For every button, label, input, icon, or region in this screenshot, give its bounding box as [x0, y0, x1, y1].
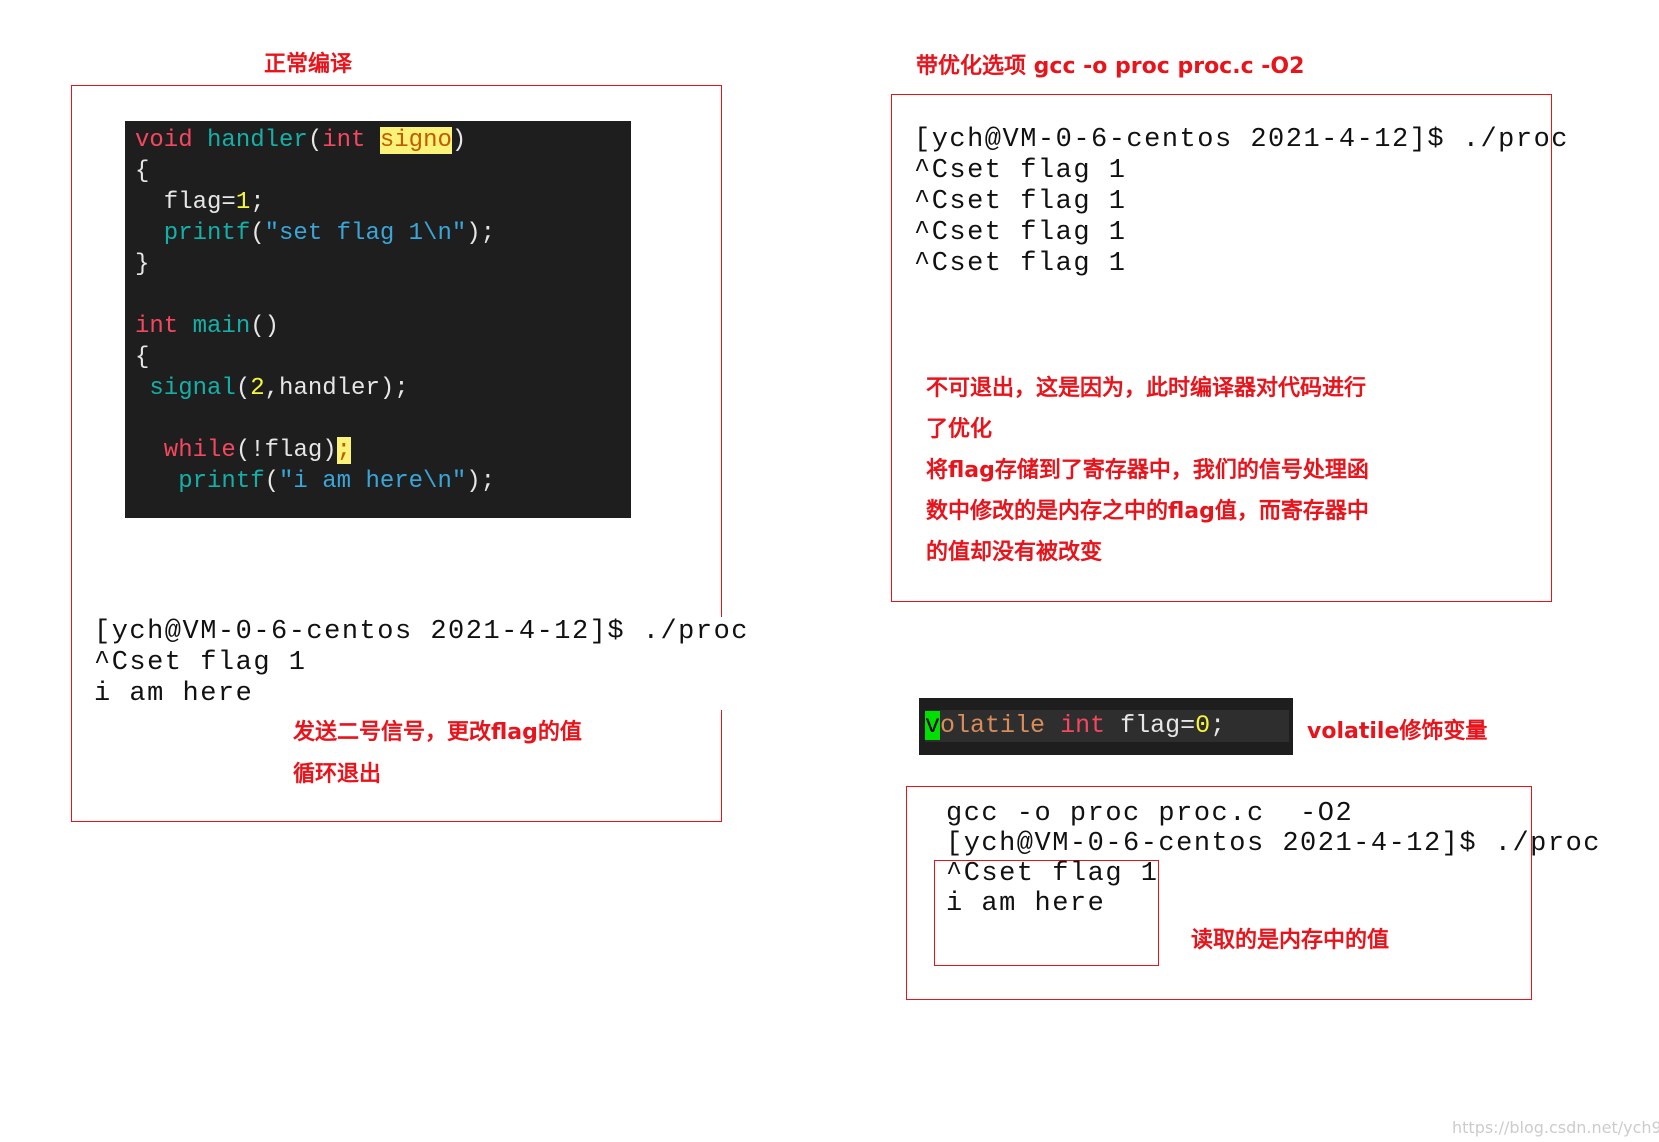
terminal-line: ^Cset flag 1 — [94, 648, 307, 678]
code-token: flag= — [1120, 711, 1196, 740]
terminal-line: [ych@VM-0-6-centos 2021-4-12]$ ./proc — [946, 829, 1601, 859]
code-token-highlight: ; — [336, 437, 352, 464]
code-token: printf — [135, 468, 265, 495]
code-token: ) — [451, 127, 467, 154]
code-token: ; — [1210, 711, 1226, 740]
code-token: "i am here\n" — [279, 468, 467, 495]
left-note-2: 循环退出 — [293, 762, 382, 787]
terminal-line: ^Cset flag 1 — [914, 187, 1127, 217]
code-token: 0 — [1195, 711, 1211, 740]
left-terminal-output: [ych@VM-0-6-centos 2021-4-12]$ ./proc ^Cs… — [94, 617, 819, 710]
explanation-line: 数中修改的是内存之中的flag值，而寄存器中 — [926, 499, 1369, 524]
code-token: ); — [466, 220, 496, 247]
code-token: printf — [135, 220, 251, 247]
code-line: { — [135, 158, 150, 185]
code-token: void — [135, 127, 193, 154]
code-token-highlight: signo — [379, 127, 452, 154]
code-token: olatile — [940, 711, 1046, 740]
code-token: ( — [250, 220, 265, 247]
explanation-line: 了优化 — [926, 417, 993, 442]
code-token: (!flag) — [235, 437, 337, 464]
volatile-label: volatile修饰变量 — [1307, 719, 1488, 744]
code-token: () — [250, 313, 280, 340]
code-token: main — [192, 313, 251, 340]
terminal-line: i am here — [94, 679, 254, 709]
code-token: ); — [466, 468, 496, 495]
code-token: ( — [235, 375, 251, 402]
code-token: ( — [307, 127, 323, 154]
volatile-terminal-output: gcc -o proc proc.c -O2 [ych@VM-0-6-centos… — [946, 799, 1601, 919]
code-token: ( — [264, 468, 280, 495]
explanation-line: 的值却没有被改变 — [926, 540, 1103, 565]
code-token: signal — [135, 375, 236, 402]
code-token: while — [135, 437, 236, 464]
left-title: 正常编译 — [264, 52, 353, 77]
code-token: flag= — [135, 189, 236, 216]
terminal-line: gcc -o proc proc.c -O2 — [946, 799, 1354, 829]
terminal-line: i am here — [946, 889, 1106, 919]
code-token: 2 — [250, 375, 265, 402]
code-token: int — [1060, 711, 1106, 740]
code-token: int — [322, 127, 366, 154]
terminal-line: [ych@VM-0-6-centos 2021-4-12]$ ./proc — [94, 617, 749, 647]
left-note-1: 发送二号信号，更改flag的值 — [293, 720, 582, 745]
code-token: ,handler); — [264, 375, 409, 402]
terminal-line: ^Cset flag 1 — [914, 249, 1127, 279]
code-token: handler — [207, 127, 308, 154]
explanation-line: 将flag存储到了寄存器中，我们的信号处理函 — [926, 458, 1369, 483]
memory-note: 读取的是内存中的值 — [1191, 928, 1390, 953]
watermark: https://blog.csdn.net/ych9527 — [1452, 1118, 1659, 1137]
code-token: ; — [250, 189, 265, 216]
code-token: 1 — [235, 189, 251, 216]
cursor: v — [925, 711, 941, 740]
code-line: } — [135, 251, 150, 278]
right-terminal-output: [ych@VM-0-6-centos 2021-4-12]$ ./proc ^Cs… — [914, 125, 1569, 280]
code-snippet: void handler(int signo) { flag=1; printf… — [125, 121, 631, 518]
explanation-line: 不可退出，这是因为，此时编译器对代码进行 — [926, 376, 1367, 401]
code-token: int — [135, 313, 179, 340]
right-explanation: 不可退出，这是因为，此时编译器对代码进行 了优化 将flag存储到了寄存器中，我… — [926, 368, 1369, 573]
terminal-line: [ych@VM-0-6-centos 2021-4-12]$ ./proc — [914, 125, 1569, 155]
terminal-line: ^Cset flag 1 — [914, 218, 1127, 248]
terminal-line: ^Cset flag 1 — [946, 859, 1159, 889]
code-token: "set flag 1\n" — [264, 220, 467, 247]
volatile-code-snippet: volatile int flag=0; — [919, 698, 1293, 755]
terminal-line: ^Cset flag 1 — [914, 156, 1127, 186]
code-line: { — [135, 344, 150, 371]
right-title: 带优化选项 gcc -o proc proc.c -O2 — [916, 54, 1305, 79]
